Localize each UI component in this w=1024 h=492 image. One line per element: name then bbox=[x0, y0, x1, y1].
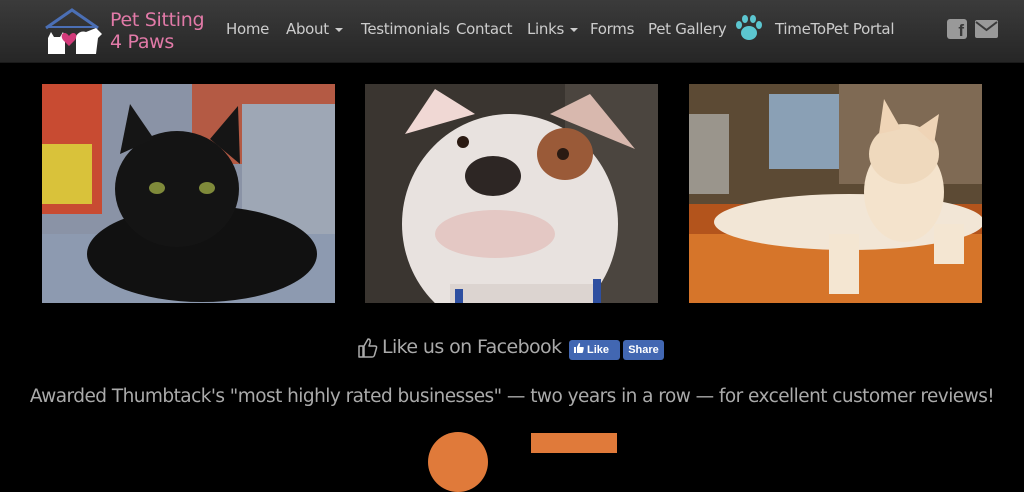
brand-line-2: 4 Paws bbox=[110, 31, 175, 53]
facebook-like-button[interactable]: Like bbox=[569, 340, 620, 360]
caret-down-icon bbox=[334, 27, 343, 32]
nav-forms[interactable]: Forms bbox=[590, 20, 634, 38]
nav-testimonials[interactable]: Testimonials bbox=[361, 20, 450, 38]
brand-line-1: Pet Sitting bbox=[110, 9, 205, 31]
nav-links[interactable]: Links bbox=[527, 20, 579, 38]
brand-name: Pet Sitting 4 Paws bbox=[110, 9, 205, 53]
thumbs-up-icon bbox=[358, 338, 378, 358]
photo-black-cat bbox=[42, 84, 335, 303]
caret-down-icon bbox=[570, 27, 579, 32]
thumbs-up-icon bbox=[574, 340, 584, 360]
nav-contact[interactable]: Contact bbox=[456, 20, 513, 38]
nav-links-label: Links bbox=[527, 20, 565, 38]
award-text: Awarded Thumbtack's "most highly rated b… bbox=[29, 386, 995, 407]
top-navbar: Pet Sitting 4 Paws Home About Testimonia… bbox=[0, 0, 1024, 63]
paw-icon[interactable] bbox=[734, 14, 764, 42]
photo-cream-cat bbox=[689, 84, 982, 303]
nav-about[interactable]: About bbox=[286, 20, 343, 38]
like-button-label: Like bbox=[587, 344, 610, 356]
nav-pet-gallery[interactable]: Pet Gallery bbox=[648, 20, 727, 38]
like-us-on-facebook-text[interactable]: Like us on Facebook bbox=[382, 336, 562, 358]
nav-timetopet-portal[interactable]: TimeToPet Portal bbox=[775, 20, 894, 38]
brand-logo-link[interactable]: Pet Sitting 4 Paws bbox=[42, 6, 212, 56]
envelope-icon[interactable] bbox=[975, 20, 998, 38]
bottom-badge bbox=[428, 432, 488, 492]
facebook-icon[interactable]: f bbox=[947, 19, 967, 39]
facebook-share-button[interactable]: Share bbox=[623, 340, 664, 360]
photo-dog bbox=[365, 84, 658, 303]
nav-about-label: About bbox=[286, 20, 329, 38]
house-pets-logo-icon bbox=[45, 8, 102, 54]
nav-home[interactable]: Home bbox=[226, 20, 269, 38]
bottom-badge-rect bbox=[531, 433, 617, 453]
facebook-section: Like us on Facebook Like Share bbox=[0, 335, 1024, 365]
